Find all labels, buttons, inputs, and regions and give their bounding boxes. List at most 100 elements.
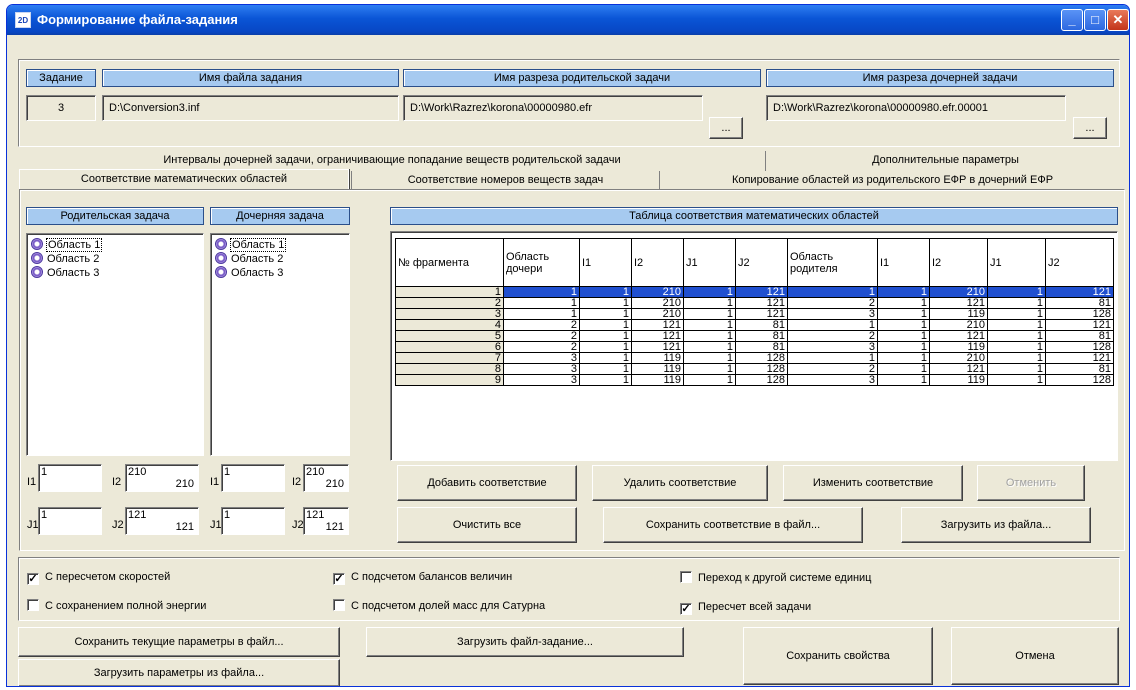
fragment-number-cell[interactable]: 8 bbox=[395, 363, 504, 375]
table-cell[interactable]: 1 bbox=[579, 352, 632, 364]
fragment-number-cell[interactable]: 5 bbox=[395, 330, 504, 342]
table-cell[interactable]: 121 bbox=[1045, 352, 1114, 364]
table-cell[interactable]: 1 bbox=[683, 374, 736, 386]
load-params-button[interactable]: Загрузить параметры из файла... bbox=[18, 659, 340, 686]
table-cell[interactable]: 2 bbox=[787, 297, 878, 309]
clear-all-button[interactable]: Очистить все bbox=[397, 507, 577, 543]
table-cell[interactable]: 81 bbox=[735, 330, 788, 342]
table-cell[interactable]: 210 bbox=[631, 308, 684, 320]
table-cell[interactable]: 1 bbox=[877, 374, 930, 386]
close-button[interactable]: ✕ bbox=[1107, 9, 1129, 31]
table-cell[interactable]: 3 bbox=[787, 374, 878, 386]
table-row[interactable]: 9 3 1 119 1 128 3 1 119 1 128 bbox=[395, 374, 1114, 386]
table-cell[interactable]: 1 bbox=[683, 341, 736, 353]
table-cell[interactable]: 81 bbox=[735, 341, 788, 353]
column-header[interactable]: I1 bbox=[579, 238, 632, 287]
tab-copy-regions[interactable]: Копирование областей из родительского ЕФ… bbox=[659, 171, 1125, 191]
table-cell[interactable]: 119 bbox=[631, 374, 684, 386]
parent-file-field[interactable]: D:\Work\Razrez\korona\00000980.efr bbox=[403, 95, 703, 121]
table-cell[interactable]: 81 bbox=[1045, 363, 1114, 375]
table-cell[interactable]: 1 bbox=[683, 308, 736, 320]
table-cell[interactable]: 1 bbox=[877, 308, 930, 320]
load-task-file-button[interactable]: Загрузить файл-задание... bbox=[366, 627, 684, 657]
list-item[interactable]: Область 3 bbox=[31, 266, 99, 280]
column-header[interactable]: J2 bbox=[735, 238, 788, 287]
fragment-number-cell[interactable]: 7 bbox=[395, 352, 504, 364]
parent-i2-field[interactable]: 210 210 bbox=[125, 464, 199, 492]
delete-mapping-button[interactable]: Удалить соответствие bbox=[592, 465, 768, 501]
title-bar[interactable]: 2D Формирование файла-задания _ □ ✕ bbox=[7, 5, 1129, 35]
child-j2-field[interactable]: 121 121 bbox=[303, 507, 349, 535]
recalc-velocities-checkbox[interactable]: ✓ С пересчетом скоростей bbox=[27, 571, 170, 585]
parent-j1-field[interactable]: 1 bbox=[38, 507, 102, 535]
table-row[interactable]: 2 1 1 210 1 121 2 1 121 1 81 bbox=[395, 297, 1114, 309]
table-cell[interactable]: 1 bbox=[787, 286, 878, 298]
column-header[interactable]: Область родителя bbox=[787, 238, 878, 287]
mapping-table[interactable]: № фрагмента Область дочери I1 I2 J1 J2 Область… bbox=[395, 238, 1114, 386]
table-cell[interactable]: 210 bbox=[929, 319, 988, 331]
table-cell[interactable]: 210 bbox=[631, 286, 684, 298]
table-cell[interactable]: 121 bbox=[1045, 286, 1114, 298]
table-cell[interactable]: 3 bbox=[787, 308, 878, 320]
table-cell[interactable]: 3 bbox=[787, 341, 878, 353]
fragment-number-cell[interactable]: 3 bbox=[395, 308, 504, 320]
mapping-table-container[interactable]: № фрагмента Область дочери I1 I2 J1 J2 Область… bbox=[390, 231, 1118, 461]
table-cell[interactable]: 121 bbox=[1045, 319, 1114, 331]
child-i2-field[interactable]: 210 210 bbox=[303, 464, 349, 492]
unit-system-checkbox[interactable]: Переход к другой системе единиц bbox=[680, 571, 872, 584]
table-cell[interactable]: 1 bbox=[579, 374, 632, 386]
parent-j2-field[interactable]: 121 121 bbox=[125, 507, 199, 535]
table-cell[interactable]: 1 bbox=[987, 341, 1046, 353]
child-i1-field[interactable]: 1 bbox=[221, 464, 285, 492]
child-file-field[interactable]: D:\Work\Razrez\korona\00000980.efr.00001 bbox=[766, 95, 1066, 121]
parent-browse-button[interactable]: ... bbox=[709, 117, 743, 139]
table-cell[interactable]: 210 bbox=[631, 297, 684, 309]
table-cell[interactable]: 1 bbox=[579, 286, 632, 298]
table-cell[interactable]: 1 bbox=[579, 363, 632, 375]
table-row[interactable]: 4 2 1 121 1 81 1 1 210 1 121 bbox=[395, 319, 1114, 331]
cancel-button[interactable]: Отмена bbox=[951, 627, 1119, 685]
table-cell[interactable]: 1 bbox=[579, 308, 632, 320]
table-cell[interactable]: 128 bbox=[1045, 341, 1114, 353]
table-cell[interactable]: 128 bbox=[1045, 308, 1114, 320]
table-cell[interactable]: 119 bbox=[631, 352, 684, 364]
table-cell[interactable]: 1 bbox=[877, 297, 930, 309]
list-item[interactable]: Область 2 bbox=[215, 252, 283, 266]
child-browse-button[interactable]: ... bbox=[1073, 117, 1107, 139]
table-cell[interactable]: 1 bbox=[503, 308, 580, 320]
column-header[interactable]: J1 bbox=[683, 238, 736, 287]
table-cell[interactable]: 81 bbox=[1045, 297, 1114, 309]
table-cell[interactable]: 119 bbox=[631, 363, 684, 375]
load-mapping-button[interactable]: Загрузить из файла... bbox=[901, 507, 1091, 543]
table-cell[interactable]: 121 bbox=[631, 319, 684, 331]
fragment-number-cell[interactable]: 1 bbox=[395, 286, 504, 298]
table-cell[interactable]: 1 bbox=[877, 330, 930, 342]
table-cell[interactable]: 1 bbox=[683, 330, 736, 342]
list-item[interactable]: Область 2 bbox=[31, 252, 99, 266]
table-cell[interactable]: 3 bbox=[503, 352, 580, 364]
table-cell[interactable]: 128 bbox=[735, 374, 788, 386]
table-cell[interactable]: 1 bbox=[683, 363, 736, 375]
save-energy-checkbox[interactable]: С сохранением полной энергии bbox=[27, 599, 206, 612]
table-cell[interactable]: 2 bbox=[503, 319, 580, 331]
fragment-number-cell[interactable]: 2 bbox=[395, 297, 504, 309]
table-cell[interactable]: 2 bbox=[787, 363, 878, 375]
table-cell[interactable]: 121 bbox=[929, 297, 988, 309]
table-cell[interactable]: 3 bbox=[503, 374, 580, 386]
table-cell[interactable]: 3 bbox=[503, 363, 580, 375]
table-cell[interactable]: 1 bbox=[987, 374, 1046, 386]
list-item[interactable]: Область 3 bbox=[215, 266, 283, 280]
table-cell[interactable]: 121 bbox=[929, 363, 988, 375]
table-row[interactable]: 8 3 1 119 1 128 2 1 121 1 81 bbox=[395, 363, 1114, 375]
table-row[interactable]: 7 3 1 119 1 128 1 1 210 1 121 bbox=[395, 352, 1114, 364]
table-row[interactable]: 3 1 1 210 1 121 3 1 119 1 128 bbox=[395, 308, 1114, 320]
table-cell[interactable]: 210 bbox=[929, 352, 988, 364]
recalc-task-checkbox[interactable]: ✓ Пересчет всей задачи bbox=[680, 601, 811, 615]
table-cell[interactable]: 121 bbox=[735, 297, 788, 309]
table-cell[interactable]: 1 bbox=[683, 286, 736, 298]
tab-math-regions[interactable]: Соответствие математических областей bbox=[19, 169, 349, 189]
save-params-button[interactable]: Сохранить текущие параметры в файл... bbox=[18, 627, 340, 657]
table-cell[interactable]: 1 bbox=[877, 286, 930, 298]
table-cell[interactable]: 1 bbox=[683, 352, 736, 364]
table-cell[interactable]: 121 bbox=[735, 308, 788, 320]
